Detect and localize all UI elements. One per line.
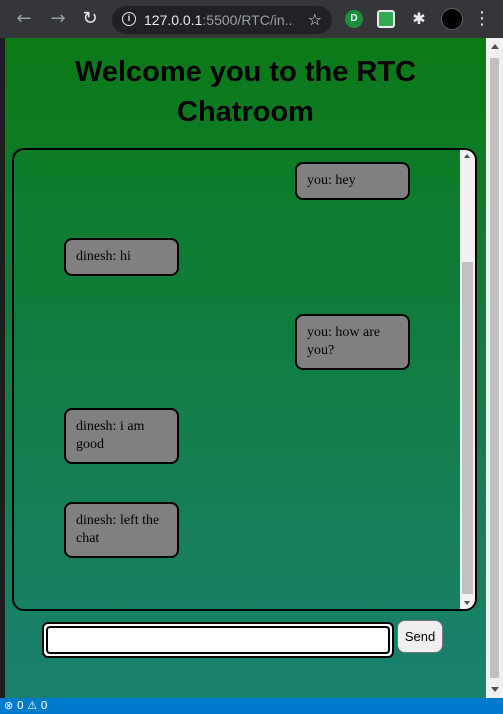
chat-scrollbar[interactable] [460,150,475,609]
warnings-count[interactable]: ⚠ 0 [27,699,47,712]
page-scrollbar[interactable] [486,38,503,698]
message-bubble: dinesh: hi [64,238,179,276]
bookmark-star-icon[interactable]: ☆ [308,10,322,29]
chat-scroll-thumb[interactable] [462,262,473,594]
send-button[interactable]: Send [397,620,443,653]
message-bubble: you: how are you? [295,314,410,370]
page-scroll-thumb[interactable] [490,58,499,678]
site-info-icon[interactable]: i [122,12,136,26]
extension-screenshot-icon[interactable] [377,10,395,28]
scroll-up-arrow-icon[interactable] [464,154,470,158]
forward-icon[interactable]: → [48,9,68,29]
profile-avatar[interactable] [441,8,463,30]
page-scroll-up-icon[interactable] [491,44,499,49]
message-bubble: you: hey [295,162,410,200]
status-bar: ⊗ 0 ⚠ 0 [0,698,503,714]
url-host: 127.0.0.1 [144,12,203,28]
url-text: 127.0.0.1:5500/RTC/in... [144,12,294,28]
browser-menu-icon[interactable]: ⋮ [473,9,491,29]
chat-messages-box[interactable]: you: hey dinesh: hi you: how are you? di… [12,148,477,611]
extensions-puzzle-icon[interactable]: ✱ [410,10,428,28]
back-icon[interactable]: ← [14,9,34,29]
url-path: :5500/RTC/in... [202,12,294,28]
reload-icon[interactable]: ↻ [80,9,100,29]
browser-toolbar: ← → ↻ i 127.0.0.1:5500/RTC/in... ☆ D ✱ ⋮ [0,0,503,38]
message-input-wrapper [42,622,394,658]
extension-d-icon[interactable]: D [345,10,363,28]
message-input[interactable] [46,626,390,654]
errors-count[interactable]: ⊗ 0 [4,699,24,712]
message-bubble: dinesh: left the chat [64,502,179,558]
message-bubble: dinesh: i am good [64,408,179,464]
page-scroll-down-icon[interactable] [491,687,499,692]
page-title: Welcome you to the RTC Chatroom [74,56,417,128]
chatroom-page: Welcome you to the RTC Chatroom you: hey… [5,38,486,698]
scroll-down-arrow-icon[interactable] [464,601,470,605]
address-bar[interactable]: i 127.0.0.1:5500/RTC/in... ☆ [112,6,332,34]
